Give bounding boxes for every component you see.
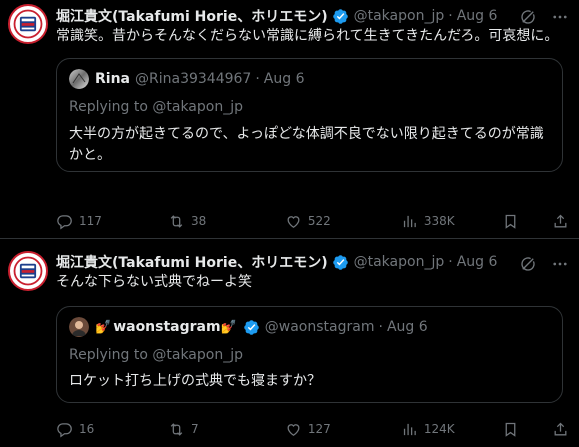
tweet[interactable]: 堀江貴文(Takafumi Horie、ホリエモン) @takapon_jp ·… — [0, 239, 579, 447]
retweet-button[interactable]: 38 — [168, 212, 285, 230]
quote-avatar-image-icon — [69, 317, 89, 337]
quote-separator: · — [378, 319, 383, 335]
quote-header: Rina @Rina39344967 · Aug 6 — [69, 69, 550, 89]
verified-badge-icon — [332, 8, 348, 24]
author-name[interactable]: 堀江貴文(Takafumi Horie、ホリエモン) — [56, 6, 328, 26]
quote-date: Aug 6 — [386, 319, 428, 335]
reply-icon — [57, 422, 72, 437]
header-actions — [519, 255, 569, 273]
views-icon — [403, 423, 416, 435]
tweet-actions: 117 38 522 338K — [56, 212, 569, 230]
quoted-tweet[interactable]: Rina @Rina39344967 · Aug 6 Replying to @… — [56, 58, 563, 172]
quote-author-name: Rina — [95, 71, 130, 87]
quote-author-handle: @waonstagram — [264, 319, 375, 335]
avatar[interactable] — [8, 251, 48, 291]
reply-button[interactable]: 117 — [56, 212, 168, 230]
avatar[interactable] — [8, 4, 48, 44]
author-handle[interactable]: @takapon_jp — [354, 254, 445, 270]
quote-date: Aug 6 — [263, 71, 305, 87]
bookmark-button[interactable] — [502, 420, 519, 438]
more-icon[interactable] — [551, 8, 569, 26]
more-icon[interactable] — [551, 255, 569, 273]
heart-icon — [287, 215, 300, 228]
reply-button[interactable]: 16 — [56, 420, 168, 438]
like-count: 522 — [307, 214, 331, 228]
share-button[interactable] — [552, 420, 569, 438]
views-button[interactable]: 124K — [401, 420, 502, 438]
grok-icon[interactable] — [519, 8, 537, 26]
like-button[interactable]: 522 — [285, 212, 401, 230]
author-handle[interactable]: @takapon_jp — [354, 8, 445, 24]
quote-header: 💅 waonstagram 💅 @waonstagram · Aug 6 — [69, 317, 550, 337]
tweet-date[interactable]: Aug 6 — [457, 254, 498, 270]
share-button[interactable] — [552, 212, 569, 230]
quote-author-name: waonstagram — [113, 319, 221, 335]
quote-avatar-image-icon — [69, 69, 89, 89]
verified-badge-icon — [332, 254, 348, 270]
reply-icon — [57, 214, 72, 229]
replying-to: Replying to @takapon_jp — [69, 99, 243, 115]
tweet-header: 堀江貴文(Takafumi Horie、ホリエモン) @takapon_jp ·… — [56, 6, 569, 26]
quoted-tweet[interactable]: 💅 waonstagram 💅 @waonstagram · Aug 6 Rep… — [56, 306, 563, 403]
author-name[interactable]: 堀江貴文(Takafumi Horie、ホリエモン) — [56, 252, 328, 272]
bookmark-button[interactable] — [502, 212, 519, 230]
header-separator: · — [448, 8, 453, 24]
views-count: 338K — [423, 214, 455, 228]
tweet-actions: 16 7 127 124K — [56, 420, 569, 438]
avatar-emblem-icon — [10, 253, 46, 289]
tweet-date[interactable]: Aug 6 — [457, 8, 498, 24]
bookmark-icon — [505, 214, 516, 229]
retweet-count: 38 — [190, 214, 207, 228]
like-button[interactable]: 127 — [285, 420, 401, 438]
share-icon — [554, 214, 567, 227]
retweet-icon — [170, 214, 183, 228]
quote-author-handle: @Rina39344967 — [135, 71, 252, 87]
tweet-text: 常識笑。昔からそんなくだらない常識に縛られて生きてきたんだろ。可哀想に。 — [56, 28, 559, 44]
views-button[interactable]: 338K — [401, 212, 502, 230]
quote-avatar — [69, 69, 89, 89]
header-actions — [519, 8, 569, 26]
avatar-emblem-icon — [10, 6, 46, 42]
share-icon — [554, 422, 567, 435]
quote-separator: · — [255, 71, 260, 87]
quote-avatar — [69, 317, 89, 337]
retweet-count: 7 — [190, 422, 199, 436]
heart-icon — [287, 423, 300, 436]
retweet-icon — [170, 422, 183, 436]
verified-badge-icon — [244, 319, 259, 335]
quote-name-emoji-left: 💅 — [95, 319, 112, 335]
views-count: 124K — [423, 422, 455, 436]
quote-text: 大半の方が起きてるので、よっぽどな体調不良でない限り起きてるのが常識かと。 — [69, 126, 544, 163]
reply-count: 117 — [79, 214, 102, 228]
quote-name-emoji-right: 💅 — [220, 319, 237, 335]
views-icon — [403, 215, 416, 227]
retweet-button[interactable]: 7 — [168, 420, 285, 438]
replying-to: Replying to @takapon_jp — [69, 347, 243, 363]
tweet-header: 堀江貴文(Takafumi Horie、ホリエモン) @takapon_jp ·… — [56, 252, 569, 272]
like-count: 127 — [307, 422, 331, 436]
grok-icon[interactable] — [519, 255, 537, 273]
tweet-text: そんな下らない式典でねーよ笑 — [56, 274, 252, 290]
bookmark-icon — [505, 422, 516, 437]
quote-text: ロケット打ち上げの式典でも寝ますか？ — [69, 373, 321, 389]
reply-count: 16 — [79, 422, 95, 436]
tweet[interactable]: 堀江貴文(Takafumi Horie、ホリエモン) @takapon_jp ·… — [0, 0, 579, 239]
header-separator: · — [448, 254, 453, 270]
